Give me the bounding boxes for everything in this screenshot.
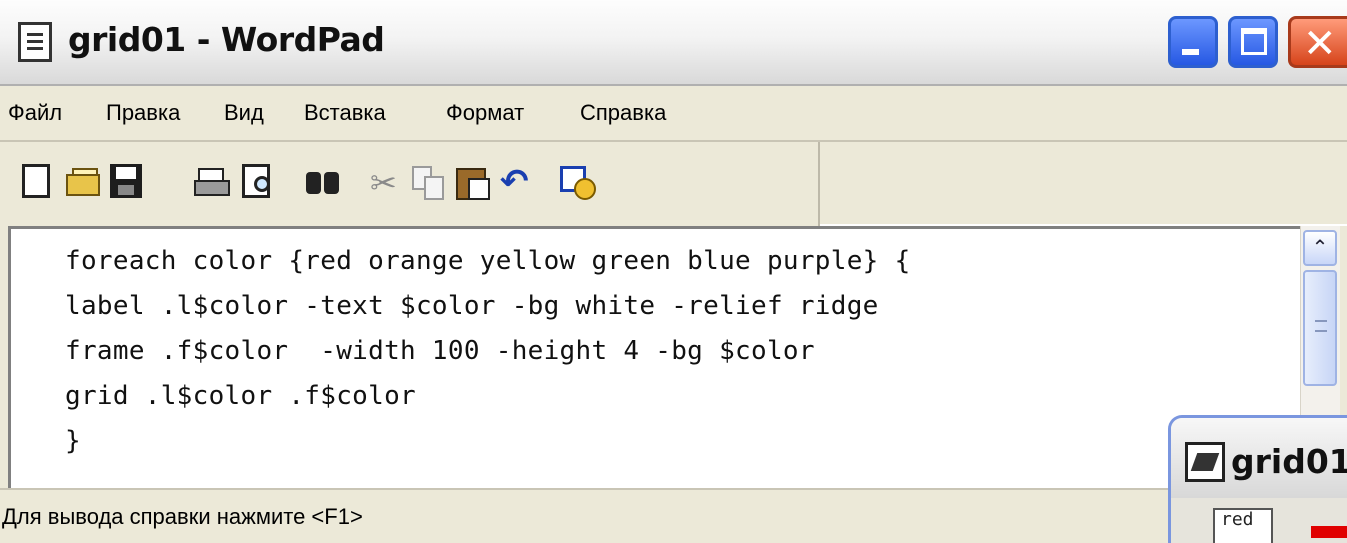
grid-app-window[interactable]: grid01 red (1168, 415, 1347, 543)
menu-view[interactable]: Вид (224, 100, 264, 126)
close-button[interactable]: ✕ (1288, 16, 1347, 68)
chevron-up-icon: ⌃ (1311, 235, 1329, 259)
window-title: grid01 - WordPad (68, 20, 385, 59)
menu-edit[interactable]: Правка (106, 100, 180, 126)
menu-bar: Файл Правка Вид Вставка Формат Справка (0, 86, 1347, 142)
color-label: red (1213, 508, 1273, 543)
new-icon[interactable] (22, 164, 50, 198)
open-icon[interactable] (66, 164, 104, 202)
status-bar: Для вывода справки нажмите <F1> (0, 488, 1347, 543)
code-line: frame .f$color -width 100 -height 4 -bg … (65, 336, 815, 366)
print-preview-icon[interactable] (242, 164, 280, 202)
document-text[interactable]: foreach color {red orange yellow green b… (65, 239, 911, 464)
grid-window-title-bar[interactable]: grid01 (1171, 418, 1347, 498)
grid-window-title: grid01 (1231, 442, 1347, 481)
minimize-icon (1182, 49, 1199, 55)
code-line: label .l$color -text $color -bg white -r… (65, 291, 879, 321)
menu-format[interactable]: Формат (446, 100, 524, 126)
menu-insert[interactable]: Вставка (304, 100, 386, 126)
grid-window-body: red (1171, 498, 1347, 543)
copy-icon[interactable] (412, 164, 450, 202)
minimize-button[interactable] (1168, 16, 1218, 68)
toolbar-empty-area (820, 142, 1347, 226)
menu-file[interactable]: Файл (8, 100, 62, 126)
document-editor[interactable]: foreach color {red orange yellow green b… (8, 226, 1300, 488)
cut-icon[interactable]: ✂ (370, 164, 408, 202)
scroll-thumb[interactable] (1303, 270, 1337, 386)
code-line: } (65, 426, 81, 456)
wordpad-window: grid01 - WordPad ✕ Файл Правка Вид Встав… (0, 0, 1347, 543)
paste-icon[interactable] (456, 164, 494, 202)
print-icon[interactable] (194, 164, 232, 202)
close-icon: ✕ (1303, 21, 1337, 67)
toolbar: ✂ ↶ (0, 142, 820, 226)
maximize-icon (1241, 28, 1267, 55)
scroll-up-button[interactable]: ⌃ (1303, 230, 1337, 266)
code-line: grid .l$color .f$color (65, 381, 416, 411)
find-icon[interactable] (306, 164, 344, 202)
status-text: Для вывода справки нажмите <F1> (2, 504, 363, 529)
menu-help[interactable]: Справка (580, 100, 666, 126)
undo-icon[interactable]: ↶ (500, 164, 538, 202)
code-line: foreach color {red orange yellow green b… (65, 246, 911, 276)
wordpad-document-icon[interactable] (18, 22, 52, 62)
color-frame-red (1311, 526, 1347, 538)
feather-icon[interactable] (1185, 442, 1225, 482)
maximize-button[interactable] (1228, 16, 1278, 68)
date-time-icon[interactable] (560, 164, 598, 202)
grip-icon (1315, 320, 1327, 332)
save-icon[interactable] (110, 164, 142, 198)
title-bar[interactable]: grid01 - WordPad ✕ (0, 0, 1347, 86)
